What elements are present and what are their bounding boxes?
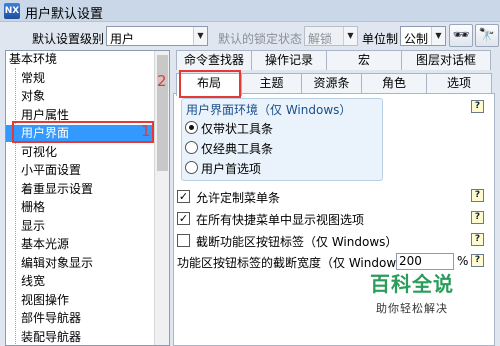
tree-item[interactable]: 线宽 xyxy=(6,273,154,290)
manage-defaults-button[interactable]: 🕶 xyxy=(449,24,473,47)
unit-value: 公制 xyxy=(404,32,429,46)
checkbox-label: 截断功能区按钮标签（仅 Windows） xyxy=(196,235,398,249)
radio-button[interactable] xyxy=(185,141,198,154)
find-defaults-icon: 🔭 xyxy=(478,28,496,43)
tab-item[interactable]: 图层对话框 xyxy=(401,50,491,70)
find-defaults-button[interactable]: 🔭 xyxy=(475,24,499,47)
help-icon[interactable]: ? xyxy=(471,233,484,246)
ui-environment-group: 用户界面环境（仅 Windows） 仅带状工具条 仅经典工具条 用户首选项 xyxy=(181,98,383,181)
radio-label: 仅经典工具条 xyxy=(201,142,274,156)
tree-item[interactable]: 视图操作 xyxy=(6,292,154,309)
tree-item[interactable]: 装配导航器 xyxy=(6,329,154,346)
annotation-number-2: 2 xyxy=(157,72,167,90)
tab-item[interactable]: 宏 xyxy=(326,50,402,70)
help-icon[interactable]: ? xyxy=(471,211,484,224)
tab-item[interactable]: 资源条 xyxy=(301,73,362,93)
title-bar: NX 用户默认设置 xyxy=(0,0,500,22)
help-icon[interactable]: ? xyxy=(471,189,484,202)
radio-button[interactable] xyxy=(185,161,198,174)
tree-item[interactable]: 用户属性 xyxy=(6,107,154,124)
app-icon: NX xyxy=(4,3,20,19)
percent-unit: % xyxy=(457,254,469,268)
tree-item[interactable]: 可视化 xyxy=(6,144,154,161)
tab-item[interactable]: 主题 xyxy=(241,73,302,93)
radio-label: 用户首选项 xyxy=(201,162,262,176)
tree-item[interactable]: 对象 xyxy=(6,88,154,105)
radio-button[interactable] xyxy=(185,121,198,134)
tab-item[interactable]: 布局 xyxy=(176,73,242,96)
watermark-title: 百科全说 xyxy=(370,272,454,296)
chevron-down-icon: ▼ xyxy=(193,27,207,45)
unit-select[interactable]: 公制 ▼ xyxy=(400,26,446,46)
tree-item[interactable]: 编辑对象显示 xyxy=(6,255,154,272)
checkbox[interactable] xyxy=(177,234,190,247)
level-select[interactable]: 用户 ▼ xyxy=(106,26,208,46)
level-label: 默认设置级别 xyxy=(32,32,105,46)
tree-item[interactable]: 显示 xyxy=(6,218,154,235)
watermark: 百科全说 助你轻松解决 xyxy=(362,268,462,316)
checkbox[interactable]: ✓ xyxy=(177,212,190,225)
tree-scrollbar[interactable] xyxy=(154,51,169,345)
help-icon[interactable]: ? xyxy=(471,100,484,113)
checkbox-label: 允许定制菜单条 xyxy=(196,191,281,205)
tab-item[interactable]: 角色 xyxy=(361,73,427,93)
tree-item[interactable]: 部件导航器 xyxy=(6,310,154,327)
help-icon[interactable]: ? xyxy=(471,254,484,267)
lock-select: 解锁 ▼ xyxy=(304,26,358,46)
watermark-subtitle: 助你轻松解决 xyxy=(376,302,448,315)
tab-item[interactable]: 命令查找器 xyxy=(176,50,252,70)
window-title: 用户默认设置 xyxy=(25,7,104,22)
lock-label: 默认的锁定状态 xyxy=(218,32,303,46)
chevron-down-icon: ▼ xyxy=(431,27,445,45)
checkbox-label: 在所有快捷菜单中显示视图选项 xyxy=(196,213,365,227)
unit-label: 单位制 xyxy=(362,32,399,46)
tree-item[interactable]: 栅格 xyxy=(6,199,154,216)
defaults-toolbar: 默认设置级别 用户 ▼ 默认的锁定状态 解锁 ▼ 单位制 公制 ▼ 🕶 🔭 xyxy=(0,23,500,49)
tree-item[interactable]: 着重显示设置 xyxy=(6,181,154,198)
tab-item[interactable]: 操作记录 xyxy=(251,50,327,70)
category-tree: 基本环境常规 对象用户属性 用户界面可视化 小平面设置着重显示设置 栅格显示 基本光源编辑… xyxy=(5,50,170,346)
annotation-number-1: 1 xyxy=(141,122,151,140)
tree-item[interactable]: 用户界面 xyxy=(6,125,154,142)
tree-item[interactable]: 小平面设置 xyxy=(6,162,154,179)
level-value: 用户 xyxy=(110,32,135,46)
tree-item[interactable]: 基本环境 xyxy=(6,51,154,68)
manage-defaults-icon: 🕶 xyxy=(452,28,470,43)
radio-label: 仅带状工具条 xyxy=(201,122,274,136)
lock-value: 解锁 xyxy=(308,32,333,46)
group-title: 用户界面环境（仅 Windows） xyxy=(186,103,352,117)
tab-item[interactable]: 选项 xyxy=(426,73,492,93)
tree-item[interactable]: 常规 xyxy=(6,70,154,87)
chevron-down-icon: ▼ xyxy=(343,27,357,45)
checkbox[interactable]: ✓ xyxy=(177,190,190,203)
tree-item[interactable]: 基本光源 xyxy=(6,236,154,253)
